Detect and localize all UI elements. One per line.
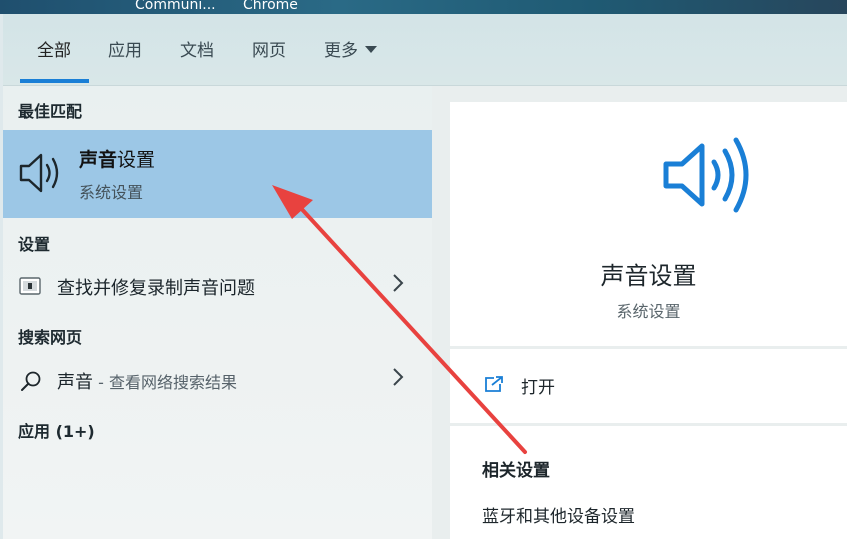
desktop-background: Communi... Chrome xyxy=(0,0,847,14)
web-result-item[interactable]: 声音 - 查看网络搜索结果 xyxy=(3,359,432,401)
desktop-icon-label[interactable]: Communi... xyxy=(135,0,216,13)
settings-result-label: 查找并修复录制声音问题 xyxy=(57,278,255,299)
chevron-right-icon[interactable] xyxy=(392,273,404,298)
active-tab-indicator xyxy=(20,79,89,83)
speaker-icon xyxy=(17,150,65,200)
preview-pane: 声音设置 系统设置 打开 相关设置 蓝牙和其他设备设置 xyxy=(432,86,847,539)
desktop-icon-label[interactable]: Chrome xyxy=(243,0,298,13)
best-match-subtitle: 系统设置 xyxy=(79,183,144,202)
tab-documents[interactable]: 文档 xyxy=(180,36,214,61)
preview-subtitle: 系统设置 xyxy=(616,302,681,321)
section-heading-web: 搜索网页 xyxy=(18,328,83,347)
best-match-title: 声音设置 xyxy=(79,149,156,171)
speaker-icon xyxy=(662,134,754,220)
open-action[interactable]: 打开 xyxy=(450,349,847,423)
section-heading-apps[interactable]: 应用 (1+) xyxy=(18,418,95,442)
related-settings-heading: 相关设置 xyxy=(482,461,550,481)
section-heading-best-match: 最佳匹配 xyxy=(18,102,83,121)
open-icon xyxy=(483,375,505,397)
results-list: 最佳匹配 声音设置 系统设置 设置 查找并修复录制声音问题 搜索网页 声音 - … xyxy=(3,86,432,539)
preview-title: 声音设置 xyxy=(600,262,697,290)
tab-web[interactable]: 网页 xyxy=(252,36,286,61)
settings-result-item[interactable]: 查找并修复录制声音问题 xyxy=(3,265,432,307)
open-label: 打开 xyxy=(521,378,555,398)
tab-more[interactable]: 更多 xyxy=(324,36,377,61)
search-icon xyxy=(20,370,42,396)
related-link-bluetooth[interactable]: 蓝牙和其他设备设置 xyxy=(482,502,635,527)
web-result-label: 声音 - 查看网络搜索结果 xyxy=(57,372,237,393)
chevron-down-icon xyxy=(365,45,377,53)
best-match-item[interactable]: 声音设置 系统设置 xyxy=(3,130,432,218)
section-heading-settings: 设置 xyxy=(18,235,51,254)
tab-all[interactable]: 全部 xyxy=(37,36,71,61)
related-settings-card: 相关设置 蓝牙和其他设备设置 xyxy=(450,426,847,539)
tab-more-label: 更多 xyxy=(324,41,358,61)
tab-apps[interactable]: 应用 xyxy=(108,36,142,61)
search-scope-tabs: 全部 应用 文档 网页 更多 xyxy=(3,14,847,86)
chevron-right-icon[interactable] xyxy=(392,367,404,392)
search-panel: 全部 应用 文档 网页 更多 最佳匹配 声音设置 系统设置 设置 查找并修复录制… xyxy=(3,14,847,539)
preview-header-card: 声音设置 系统设置 xyxy=(450,102,847,346)
troubleshoot-icon xyxy=(19,277,41,299)
